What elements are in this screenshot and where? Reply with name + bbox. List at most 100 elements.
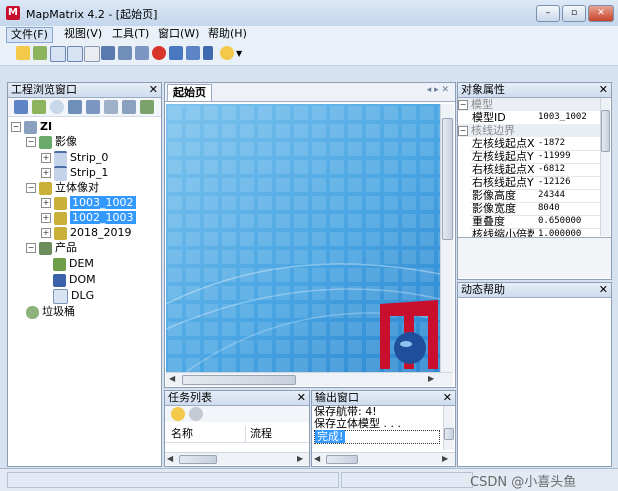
frame-icon[interactable] [67,46,83,62]
products-icon [39,241,52,255]
property-row[interactable]: 左核线起点Y -11999 [470,150,601,164]
transfer-icon[interactable] [135,46,149,60]
dropdown-arrow-icon[interactable]: ▼ [236,49,242,58]
list-icon[interactable] [104,100,118,114]
tree-item-strip[interactable]: + Strip_1 [41,165,108,181]
collapse-icon[interactable]: − [26,243,36,253]
scroll-thumb[interactable] [444,428,454,440]
scroll-thumb[interactable] [179,455,217,464]
close-button[interactable]: ✕ [588,5,614,22]
terrain-icon[interactable] [140,100,154,114]
stereo-pair-icon [39,181,52,195]
menu-help[interactable]: 帮助(H) [204,27,251,41]
task-list-panel: 任务列表 ✕ 名称 流程 ◀ ▶ [164,390,310,467]
stop-icon[interactable] [152,46,166,60]
layer-icon[interactable] [118,46,132,60]
tool-icon[interactable] [203,46,213,60]
property-row[interactable]: 影像宽度 8040 [470,202,601,216]
property-row[interactable]: 重叠度 0.650000 [470,215,601,229]
tree-item-dom[interactable]: DOM [53,272,96,287]
gear-icon[interactable] [32,100,46,114]
scroll-right-icon[interactable]: ▶ [297,454,303,463]
expand-icon[interactable]: + [41,168,51,178]
page-icon[interactable] [84,46,100,62]
scroll-left-icon[interactable]: ◀ [167,454,173,463]
lightbulb-icon[interactable] [171,407,185,421]
tree-item-products[interactable]: − 产品 [26,240,77,255]
menu-view[interactable]: 视图(V) [60,27,106,41]
close-icon[interactable]: ✕ [599,283,608,297]
expand-icon[interactable]: + [41,153,51,163]
title-bar: M MapMatrix 4.2 - [起始页] – ▫ ✕ [0,0,618,27]
app-logo-icon: M [6,6,20,20]
scroll-thumb[interactable] [442,118,453,240]
collapse-icon[interactable]: − [11,122,21,132]
tab-start-page[interactable]: 起始页 [167,84,212,101]
property-row[interactable]: 右核线起点Y -12126 [470,176,601,190]
select-icon[interactable] [50,46,66,62]
stereo-icon[interactable] [101,46,115,60]
collapse-icon[interactable]: − [458,100,468,110]
horizontal-scrollbar[interactable]: ◀ ▶ [312,452,455,465]
layers-icon[interactable] [122,100,136,114]
column-name[interactable]: 名称 [171,426,193,442]
view-icon[interactable] [186,46,200,60]
menu-file[interactable]: 文件(F) [6,27,53,43]
scroll-left-icon[interactable]: ◀ [169,374,175,383]
close-icon[interactable]: ✕ [599,83,608,97]
collapse-icon[interactable]: − [26,183,36,193]
task-list-columns: 名称 流程 [165,426,309,443]
table-icon[interactable] [169,46,183,60]
menu-tools[interactable]: 工具(T) [108,27,153,41]
horizontal-scrollbar[interactable]: ◀ ▶ [166,372,453,386]
link-icon[interactable] [68,100,82,114]
expand-icon[interactable]: + [41,228,51,238]
collapse-icon[interactable]: − [458,126,468,136]
minimize-button[interactable]: – [536,5,560,22]
lightbulb-off-icon[interactable] [189,407,203,421]
map-icon[interactable] [14,100,28,114]
vertical-scrollbar[interactable] [440,104,454,372]
tab-nav-icon[interactable]: ◂ ▸ ✕ [427,85,449,95]
column-process[interactable]: 流程 [245,426,272,442]
property-row[interactable]: 模型ID 1003_1002 [470,111,601,125]
open-icon[interactable] [33,46,47,60]
menu-window[interactable]: 窗口(W) [154,27,203,41]
target-icon[interactable] [50,100,64,114]
property-row[interactable]: 影像高度 24344 [470,189,601,203]
close-icon[interactable]: ✕ [443,391,452,405]
close-icon[interactable]: ✕ [149,83,158,97]
help-icon[interactable] [220,46,234,60]
tree-item-model[interactable]: +2018_2019 [41,225,132,240]
tool-icon[interactable] [86,100,100,114]
tree-item-model[interactable]: +1002_1003 [41,210,136,225]
scroll-thumb[interactable] [601,110,610,152]
tree-item-imagery[interactable]: − 影像 [26,134,77,149]
close-icon[interactable]: ✕ [297,391,306,405]
scroll-right-icon[interactable]: ▶ [442,454,448,463]
property-row[interactable]: 左核线起点X -1872 [470,137,601,151]
scroll-left-icon[interactable]: ◀ [314,454,320,463]
property-category[interactable]: − 模型 [458,98,601,111]
scroll-thumb[interactable] [326,455,358,464]
maximize-button[interactable]: ▫ [562,5,586,22]
scroll-thumb[interactable] [182,375,296,385]
horizontal-scrollbar[interactable]: ◀ ▶ [165,452,309,465]
vertical-scrollbar[interactable] [443,406,454,450]
property-category[interactable]: − 核线边界 [458,124,601,137]
tree-item-stereo[interactable]: − 立体像对 [26,180,99,195]
tree-item-dlg[interactable]: DLG [53,288,94,304]
expand-icon[interactable]: + [41,198,51,208]
tree-item-model[interactable]: +1003_1002 [41,195,136,210]
dom-icon [53,273,66,287]
expand-icon[interactable]: + [41,213,51,223]
new-icon[interactable] [16,46,30,60]
tree-item-trash[interactable]: 垃圾桶 [26,304,75,319]
tree-item-dem[interactable]: DEM [53,256,94,271]
property-row[interactable]: 右核线起点X -6812 [470,163,601,177]
scroll-right-icon[interactable]: ▶ [428,374,434,383]
vertical-scrollbar[interactable] [600,98,610,236]
tree-item-strip[interactable]: + Strip_0 [41,150,108,166]
collapse-icon[interactable]: − [26,137,36,147]
tree-root[interactable]: − ZI [11,119,52,134]
